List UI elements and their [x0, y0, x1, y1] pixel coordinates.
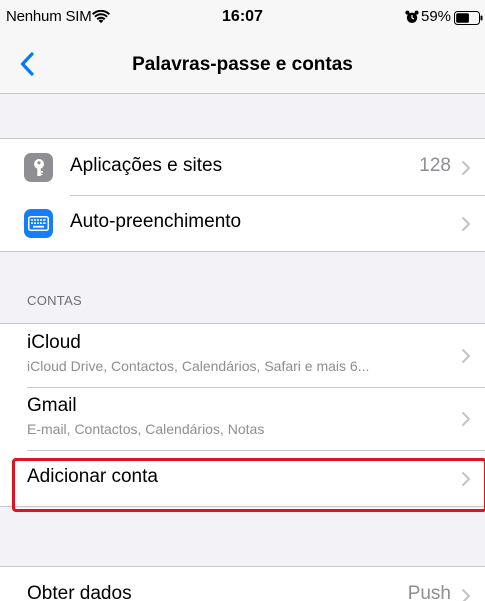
- autofill-row[interactable]: Auto-preenchimento: [0, 195, 485, 251]
- chevron-right-icon: [462, 161, 470, 175]
- account-title: iCloud: [27, 332, 81, 353]
- add-account-label: Adicionar conta: [27, 466, 158, 487]
- keyboard-icon: [24, 209, 53, 238]
- battery-percent: 59%: [421, 8, 452, 25]
- account-row-icloud[interactable]: iCloud iCloud Drive, Contactos, Calendár…: [0, 324, 485, 387]
- status-bar: Nenhum SIM 16:07 59%: [0, 0, 485, 36]
- fetch-data-value: Push: [407, 583, 451, 601]
- alarm-icon: [405, 10, 419, 23]
- fetch-data-row[interactable]: Obter dados Push: [0, 567, 485, 601]
- account-subtitle: E-mail, Contactos, Calendários, Notas: [27, 421, 265, 437]
- autofill-label: Auto-preenchimento: [70, 211, 242, 232]
- apps-and-sites-count: 128: [419, 155, 451, 176]
- chevron-right-icon: [462, 217, 470, 231]
- battery-icon: [454, 11, 483, 25]
- account-subtitle: iCloud Drive, Contactos, Calendários, Sa…: [27, 358, 370, 374]
- fetch-data-label: Obter dados: [27, 583, 132, 601]
- apps-and-sites-label: Aplicações e sites: [70, 155, 223, 176]
- account-title: Gmail: [27, 395, 77, 416]
- fetch-group: Obter dados Push: [0, 566, 485, 601]
- chevron-right-icon: [462, 472, 470, 486]
- settings-screen: Nenhum SIM 16:07 59% Palavras-passe e co…: [0, 0, 485, 601]
- navigation-bar: Palavras-passe e contas: [0, 36, 485, 94]
- passwords-group: Aplicações e sites 128 Auto-preenchiment…: [0, 138, 485, 252]
- chevron-right-icon: [462, 349, 470, 363]
- account-row-gmail[interactable]: Gmail E-mail, Contactos, Calendários, No…: [0, 387, 485, 450]
- accounts-section-header: CONTAS: [27, 293, 83, 308]
- chevron-right-icon: [462, 589, 470, 601]
- apps-and-sites-row[interactable]: Aplicações e sites 128: [0, 139, 485, 195]
- page-title: Palavras-passe e contas: [132, 54, 353, 75]
- accounts-group: iCloud iCloud Drive, Contactos, Calendár…: [0, 323, 485, 507]
- chevron-right-icon: [462, 412, 470, 426]
- key-icon: [24, 153, 53, 182]
- add-account-row[interactable]: Adicionar conta: [0, 450, 485, 506]
